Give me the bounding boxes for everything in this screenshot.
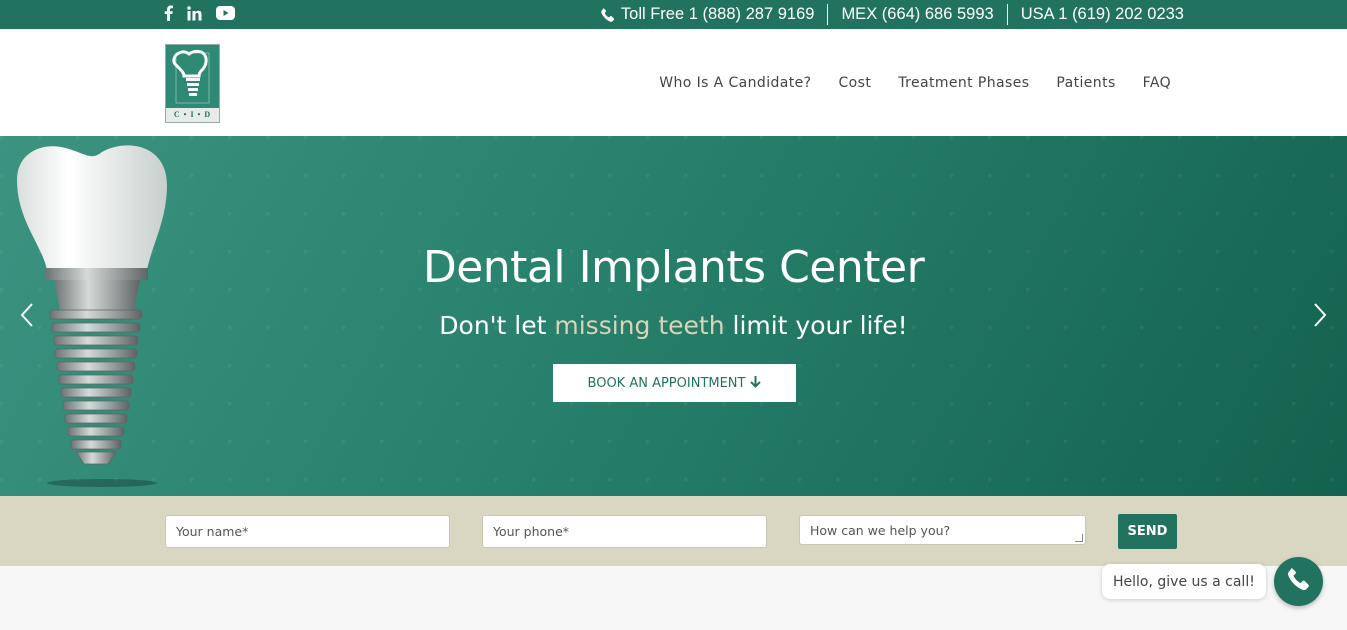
- logo-text: C • I • D: [166, 108, 219, 122]
- book-appointment-button[interactable]: BOOK AN APPOINTMENT: [553, 364, 796, 402]
- send-button[interactable]: SEND: [1118, 514, 1177, 549]
- hero-subtitle-start: Don't let: [439, 311, 555, 340]
- phone-icon: [1286, 566, 1312, 597]
- usa-phone[interactable]: USA 1 (619) 202 0233: [1006, 4, 1184, 25]
- nav-cost[interactable]: Cost: [839, 75, 872, 91]
- contact-form-bar: How can we help you? SEND: [0, 496, 1347, 566]
- tooth-logo-icon: [172, 49, 210, 104]
- arrow-down-icon: [750, 375, 762, 392]
- linkedin-icon[interactable]: [187, 5, 202, 21]
- site-logo[interactable]: C • I • D: [165, 44, 220, 123]
- site-header: C • I • D Who Is A Candidate? Cost Treat…: [0, 29, 1347, 136]
- hero-subtitle-end: limit your life!: [724, 311, 908, 340]
- hero-subtitle: Don't let missing teeth limit your life!: [0, 311, 1347, 340]
- call-prompt-bubble[interactable]: Hello, give us a call!: [1102, 564, 1266, 599]
- usa-phone-label: USA 1 (619) 202 0233: [1020, 5, 1184, 23]
- resize-handle-icon[interactable]: [1075, 534, 1083, 542]
- toll-free-label: Toll Free 1 (888) 287 9169: [620, 5, 815, 23]
- hero-slider: Dental Implants Center Don't let missing…: [0, 136, 1347, 496]
- main-nav: Who Is A Candidate? Cost Treatment Phase…: [659, 29, 1171, 136]
- nav-patients[interactable]: Patients: [1056, 75, 1115, 91]
- facebook-icon[interactable]: [164, 5, 173, 21]
- call-button[interactable]: [1274, 557, 1323, 606]
- contact-numbers: Toll Free 1 (888) 287 9169 MEX (664) 686…: [587, 0, 1184, 29]
- phone-icon: [600, 7, 616, 23]
- mex-phone[interactable]: MEX (664) 686 5993: [827, 4, 1006, 25]
- message-textarea[interactable]: How can we help you?: [799, 515, 1086, 545]
- top-bar: Toll Free 1 (888) 287 9169 MEX (664) 686…: [0, 0, 1347, 29]
- phone-input[interactable]: [482, 515, 767, 548]
- mex-phone-label: MEX (664) 686 5993: [841, 5, 994, 23]
- nav-treatment-phases[interactable]: Treatment Phases: [898, 75, 1029, 91]
- nav-faq[interactable]: FAQ: [1143, 75, 1171, 91]
- toll-free-phone[interactable]: Toll Free 1 (888) 287 9169: [587, 4, 828, 25]
- youtube-icon[interactable]: [216, 5, 235, 21]
- message-placeholder: How can we help you?: [810, 522, 951, 538]
- book-appointment-label: BOOK AN APPOINTMENT: [587, 375, 746, 391]
- social-links: [164, 5, 235, 21]
- name-input[interactable]: [165, 515, 450, 548]
- hero-subtitle-highlight: missing teeth: [554, 311, 725, 340]
- nav-who-is-a-candidate[interactable]: Who Is A Candidate?: [659, 75, 811, 91]
- call-prompt-text: Hello, give us a call!: [1113, 573, 1255, 590]
- hero-title: Dental Implants Center: [422, 242, 925, 293]
